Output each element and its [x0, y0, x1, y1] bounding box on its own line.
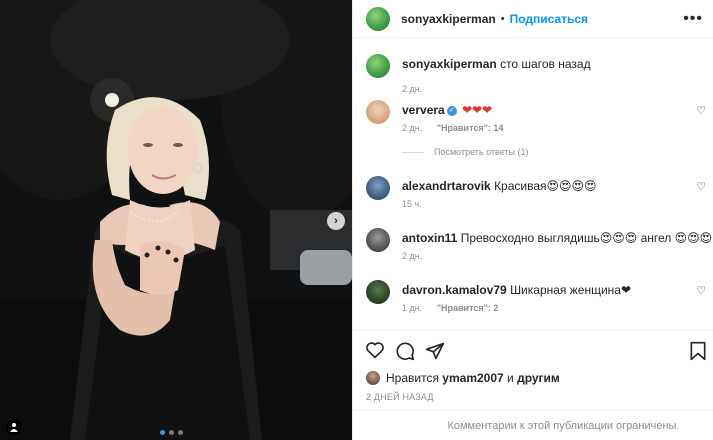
- commenter-avatar[interactable]: [366, 280, 390, 304]
- comment-username[interactable]: davron.kamalov79: [402, 283, 507, 297]
- photo-scene: [0, 0, 352, 440]
- post-photo: ›: [0, 0, 352, 440]
- comment-meta: 1 дн. "Нравится": 2: [402, 303, 498, 313]
- comment-body: Красивая😍😍😍😍: [494, 179, 597, 193]
- comment-meta: 2 дн. "Нравится": 14: [402, 123, 503, 133]
- likes-prefix: Нравится: [386, 371, 439, 385]
- post-header: sonyaxkiperman • Подписаться •••: [353, 0, 713, 38]
- comment-icon[interactable]: [395, 341, 415, 361]
- author-avatar[interactable]: [366, 6, 390, 31]
- heart-icon[interactable]: [365, 341, 385, 359]
- likes-summary: Нравится ymam2007 и другим: [366, 371, 560, 385]
- likes-conj: и: [507, 371, 514, 385]
- carousel-dot: [178, 430, 183, 435]
- comment-username[interactable]: antoxin11: [402, 231, 457, 245]
- person-icon: [10, 423, 18, 432]
- comment-body: Шикарная женщина❤: [510, 283, 632, 297]
- carousel-dot: [169, 430, 174, 435]
- likes-others-link[interactable]: другим: [517, 371, 560, 385]
- post-side-panel: sonyaxkiperman • Подписаться ••• sonyaxk…: [352, 0, 713, 440]
- comment-text: alexandrtarovik Красивая😍😍😍😍: [402, 176, 597, 200]
- comment-likes[interactable]: "Нравится": 14: [437, 123, 504, 133]
- like-comment-icon[interactable]: ♡: [696, 284, 706, 297]
- comment-time[interactable]: 15 ч.: [402, 199, 422, 209]
- comment-likes[interactable]: "Нравится": 2: [437, 303, 499, 313]
- comment-time[interactable]: 2 дн.: [402, 123, 422, 133]
- liker-avatar: [366, 371, 380, 385]
- comment-text: ververa ✓ ❤❤❤: [402, 100, 492, 124]
- comment-time[interactable]: 2 дн.: [402, 251, 422, 261]
- view-replies-button[interactable]: Посмотреть ответы (1): [402, 147, 529, 157]
- carousel-dot: [160, 430, 165, 435]
- tagged-users-button[interactable]: [6, 419, 22, 435]
- follow-button[interactable]: Подписаться: [510, 12, 588, 26]
- comment-item: alexandrtarovik Красивая😍😍😍😍 ♡ 15 ч.: [366, 176, 713, 209]
- comment-time[interactable]: 1 дн.: [402, 303, 422, 313]
- caption-body: сто шагов назад: [500, 57, 591, 71]
- replies-divider: [402, 151, 424, 153]
- share-icon[interactable]: [425, 341, 445, 361]
- comment-username[interactable]: ververa: [402, 103, 445, 117]
- view-replies-label: Посмотреть ответы (1): [434, 147, 529, 157]
- comment-body: Превосходно выглядишь😍😍😍 ангел 😍😍😍: [460, 231, 713, 245]
- header-separator: •: [500, 12, 505, 25]
- caption-time: 2 дн.: [402, 84, 422, 94]
- caption-username[interactable]: sonyaxkiperman: [402, 57, 497, 71]
- like-comment-icon[interactable]: ♡: [696, 104, 706, 117]
- comment-item: davron.kamalov79 Шикарная женщина❤ ♡ 1 д…: [366, 280, 713, 313]
- caption-text: sonyaxkiperman сто шагов назад: [402, 54, 591, 78]
- action-bar: [353, 330, 713, 370]
- post-date[interactable]: 2 ДНЕЙ НАЗАД: [366, 392, 434, 402]
- comment-text: davron.kamalov79 Шикарная женщина❤: [402, 280, 631, 304]
- comment-item: ververa ✓ ❤❤❤ ♡ 2 дн. "Нравится": 14 Посм…: [366, 100, 713, 157]
- comments-list: sonyaxkiperman сто шагов назад 2 дн. ver…: [353, 39, 713, 329]
- comment-meta: 15 ч.: [402, 199, 422, 209]
- post-dialog: › sonyaxkiperman • Подписаться ••• sonya…: [0, 0, 713, 440]
- author-username[interactable]: sonyaxkiperman: [401, 12, 496, 26]
- comment-body: ❤❤❤: [462, 103, 493, 117]
- comment-text: antoxin11 Превосходно выглядишь😍😍😍 ангел…: [402, 228, 712, 252]
- carousel-next-button[interactable]: ›: [327, 212, 345, 230]
- commenter-avatar[interactable]: [366, 100, 390, 124]
- verified-badge-icon: ✓: [446, 105, 457, 116]
- like-comment-icon[interactable]: ♡: [696, 232, 706, 245]
- caption-avatar[interactable]: [366, 54, 390, 78]
- liker-username[interactable]: ymam2007: [442, 371, 503, 385]
- commenter-avatar[interactable]: [366, 176, 390, 200]
- caption: sonyaxkiperman сто шагов назад 2 дн.: [366, 54, 713, 94]
- more-options-icon[interactable]: •••: [683, 10, 703, 28]
- comment-meta: 2 дн.: [402, 251, 422, 261]
- caption-time-label[interactable]: 2 дн.: [402, 84, 422, 94]
- like-comment-icon[interactable]: ♡: [696, 180, 706, 193]
- comments-restricted-notice: Комментарии к этой публикации ограничены…: [353, 410, 713, 440]
- chevron-right-icon: ›: [334, 215, 338, 227]
- comment-username[interactable]: alexandrtarovik: [402, 179, 491, 193]
- comment-item: antoxin11 Превосходно выглядишь😍😍😍 ангел…: [366, 228, 713, 261]
- bookmark-icon[interactable]: [689, 341, 707, 361]
- commenter-avatar[interactable]: [366, 228, 390, 252]
- carousel-indicator: [160, 430, 183, 435]
